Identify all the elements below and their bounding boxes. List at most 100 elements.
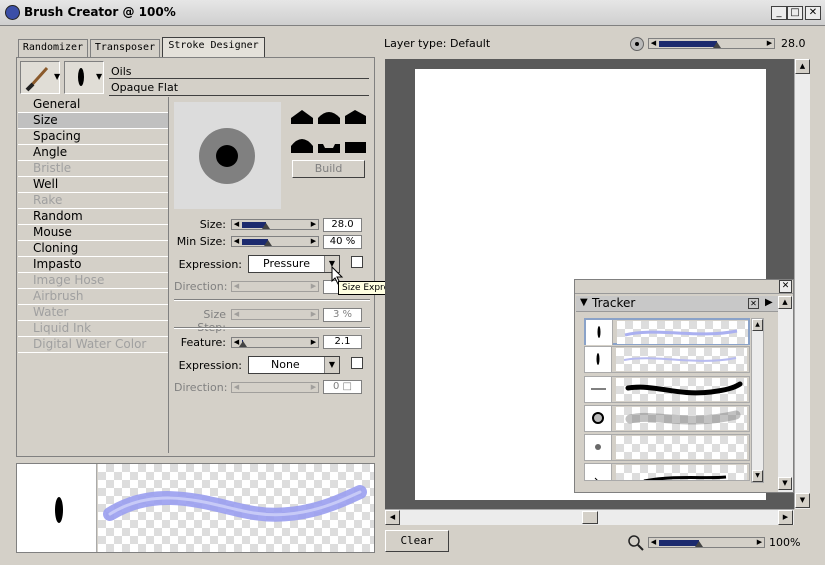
slider-left-icon[interactable]: ◀ (649, 538, 658, 547)
scroll-left-icon[interactable]: ◀ (385, 510, 400, 525)
expression-invert-checkbox[interactable] (351, 256, 363, 268)
category-item-image-hose[interactable]: Image Hose (18, 273, 168, 289)
scroll-down-icon[interactable]: ▼ (778, 477, 792, 490)
category-item-liquid-ink[interactable]: Liquid Ink (18, 321, 168, 337)
category-item-mouse[interactable]: Mouse (18, 225, 168, 241)
window-title: Brush Creator @ 100% (24, 5, 176, 19)
canvas-brush-size-slider[interactable]: ◀ ▶ (648, 38, 775, 49)
chevron-down-icon[interactable]: ▼ (324, 357, 339, 373)
scroll-up-icon[interactable]: ▲ (778, 296, 792, 309)
app-icon (5, 5, 20, 20)
slider-left-icon[interactable]: ◀ (232, 220, 241, 229)
category-item-airbrush[interactable]: Airbrush (18, 289, 168, 305)
tracker-grip-bar[interactable]: ✕ (575, 280, 793, 294)
dab-icon (591, 388, 606, 390)
scroll-up-icon[interactable]: ▲ (795, 59, 810, 74)
tracker-item[interactable] (584, 318, 750, 345)
feature-expression-invert-checkbox[interactable] (351, 357, 363, 369)
tab-randomizer[interactable]: Randomizer (18, 39, 88, 57)
divider (109, 95, 369, 96)
scroll-down-icon[interactable]: ▼ (752, 470, 763, 482)
slider-thumb[interactable] (713, 42, 721, 48)
minimize-button[interactable]: _ (771, 6, 787, 20)
feature-label: Feature: (180, 336, 226, 349)
tracker-menu-icon[interactable]: ▶ (765, 297, 773, 308)
min-size-field[interactable]: 40 % (323, 235, 362, 249)
dab-sample (17, 464, 97, 552)
divider (109, 78, 369, 79)
tracker-outer-scrollbar[interactable]: ▲ ▼ (778, 296, 793, 492)
close-icon[interactable]: ✕ (748, 298, 759, 309)
scroll-up-icon[interactable]: ▲ (752, 319, 763, 331)
category-item-bristle[interactable]: Bristle (18, 161, 168, 177)
slider-right-icon: ▶ (310, 383, 317, 391)
category-item-spacing[interactable]: Spacing (18, 129, 168, 145)
size-field[interactable]: 28.0 (323, 218, 362, 232)
tracker-item[interactable] (584, 405, 750, 432)
direction-slider[interactable]: ◀ ▶ (231, 281, 319, 292)
tracker-close-button[interactable]: ✕ (779, 280, 792, 293)
tab-transposer[interactable]: Transposer (90, 39, 160, 57)
size-step-slider[interactable]: ◀ ▶ (231, 309, 319, 320)
category-item-water[interactable]: Water (18, 305, 168, 321)
slider-right-icon[interactable]: ▶ (309, 338, 318, 347)
vertical-scrollbar[interactable]: ▲ ▼ (794, 59, 810, 509)
tracker-header: ▼ Tracker ✕ ▶ (576, 296, 778, 312)
clear-button[interactable]: Clear (385, 530, 449, 552)
slider-right-icon[interactable]: ▶ (765, 39, 774, 48)
dab-profiles[interactable] (290, 106, 370, 156)
tracker-item[interactable] (584, 434, 750, 461)
stroke-preview (16, 463, 375, 553)
feature-expression-select[interactable]: None ▼ (248, 356, 340, 374)
slider-right-icon[interactable]: ▶ (755, 538, 764, 547)
tracker-item[interactable] (584, 376, 750, 403)
slider-left-icon: ◀ (233, 310, 240, 318)
tracker-list-scrollbar[interactable]: ▲ ▼ (751, 318, 764, 483)
category-item-impasto[interactable]: Impasto (18, 257, 168, 273)
min-size-slider[interactable]: ◀ ▶ (231, 236, 319, 247)
feature-direction-slider[interactable]: ◀ ▶ (231, 382, 319, 393)
dropdown-arrow-icon[interactable]: ▼ (54, 72, 60, 81)
tracker-item[interactable] (584, 346, 750, 373)
slider-thumb[interactable] (264, 240, 272, 246)
feature-direction-field[interactable]: 0 □ (323, 380, 362, 394)
direction-label: Direction: (174, 280, 228, 293)
category-item-digital-water-color[interactable]: Digital Water Color (18, 337, 168, 353)
feature-field[interactable]: 2.1 (323, 335, 362, 349)
scroll-down-icon[interactable]: ▼ (795, 493, 810, 508)
slider-right-icon[interactable]: ▶ (309, 220, 318, 229)
title-bar: Brush Creator @ 100% _ □ ✕ (0, 0, 825, 26)
maximize-button[interactable]: □ (787, 6, 803, 20)
category-item-cloning[interactable]: Cloning (18, 241, 168, 257)
slider-thumb[interactable] (239, 341, 247, 347)
slider-left-icon[interactable]: ◀ (649, 39, 658, 48)
slider-right-icon: ▶ (310, 282, 317, 290)
size-slider[interactable]: ◀ ▶ (231, 219, 319, 230)
category-item-rake[interactable]: Rake (18, 193, 168, 209)
canvas-brush-size-fill (659, 41, 717, 47)
collapse-icon[interactable]: ▼ (580, 297, 588, 308)
horizontal-scrollbar[interactable]: ◀ ▶ (385, 509, 794, 525)
size-step-label: Size Step: (197, 308, 226, 334)
tab-stroke-designer[interactable]: Stroke Designer (162, 37, 265, 58)
category-item-general[interactable]: General (18, 97, 168, 113)
slider-thumb[interactable] (695, 541, 703, 547)
category-item-size[interactable]: Size (18, 113, 168, 129)
category-item-angle[interactable]: Angle (18, 145, 168, 161)
expression-select[interactable]: Pressure ▼ (248, 255, 340, 273)
category-item-random[interactable]: Random (18, 209, 168, 225)
horizontal-scroll-thumb[interactable] (582, 511, 598, 524)
size-step-field[interactable]: 3 % (323, 308, 362, 322)
close-button[interactable]: ✕ (805, 6, 821, 20)
zoom-slider[interactable]: ◀ ▶ (648, 537, 765, 548)
scroll-right-icon[interactable]: ▶ (778, 510, 793, 525)
canvas-brush-size-value: 28.0 (781, 37, 806, 50)
slider-thumb[interactable] (262, 223, 270, 229)
feature-slider[interactable]: ◀ ▶ (231, 337, 319, 348)
tracker-item[interactable] (584, 463, 750, 481)
category-item-well[interactable]: Well (18, 177, 168, 193)
slider-left-icon[interactable]: ◀ (232, 237, 241, 246)
build-button[interactable]: Build (292, 160, 365, 178)
slider-right-icon[interactable]: ▶ (309, 237, 318, 246)
dropdown-arrow-icon[interactable]: ▼ (96, 72, 102, 81)
